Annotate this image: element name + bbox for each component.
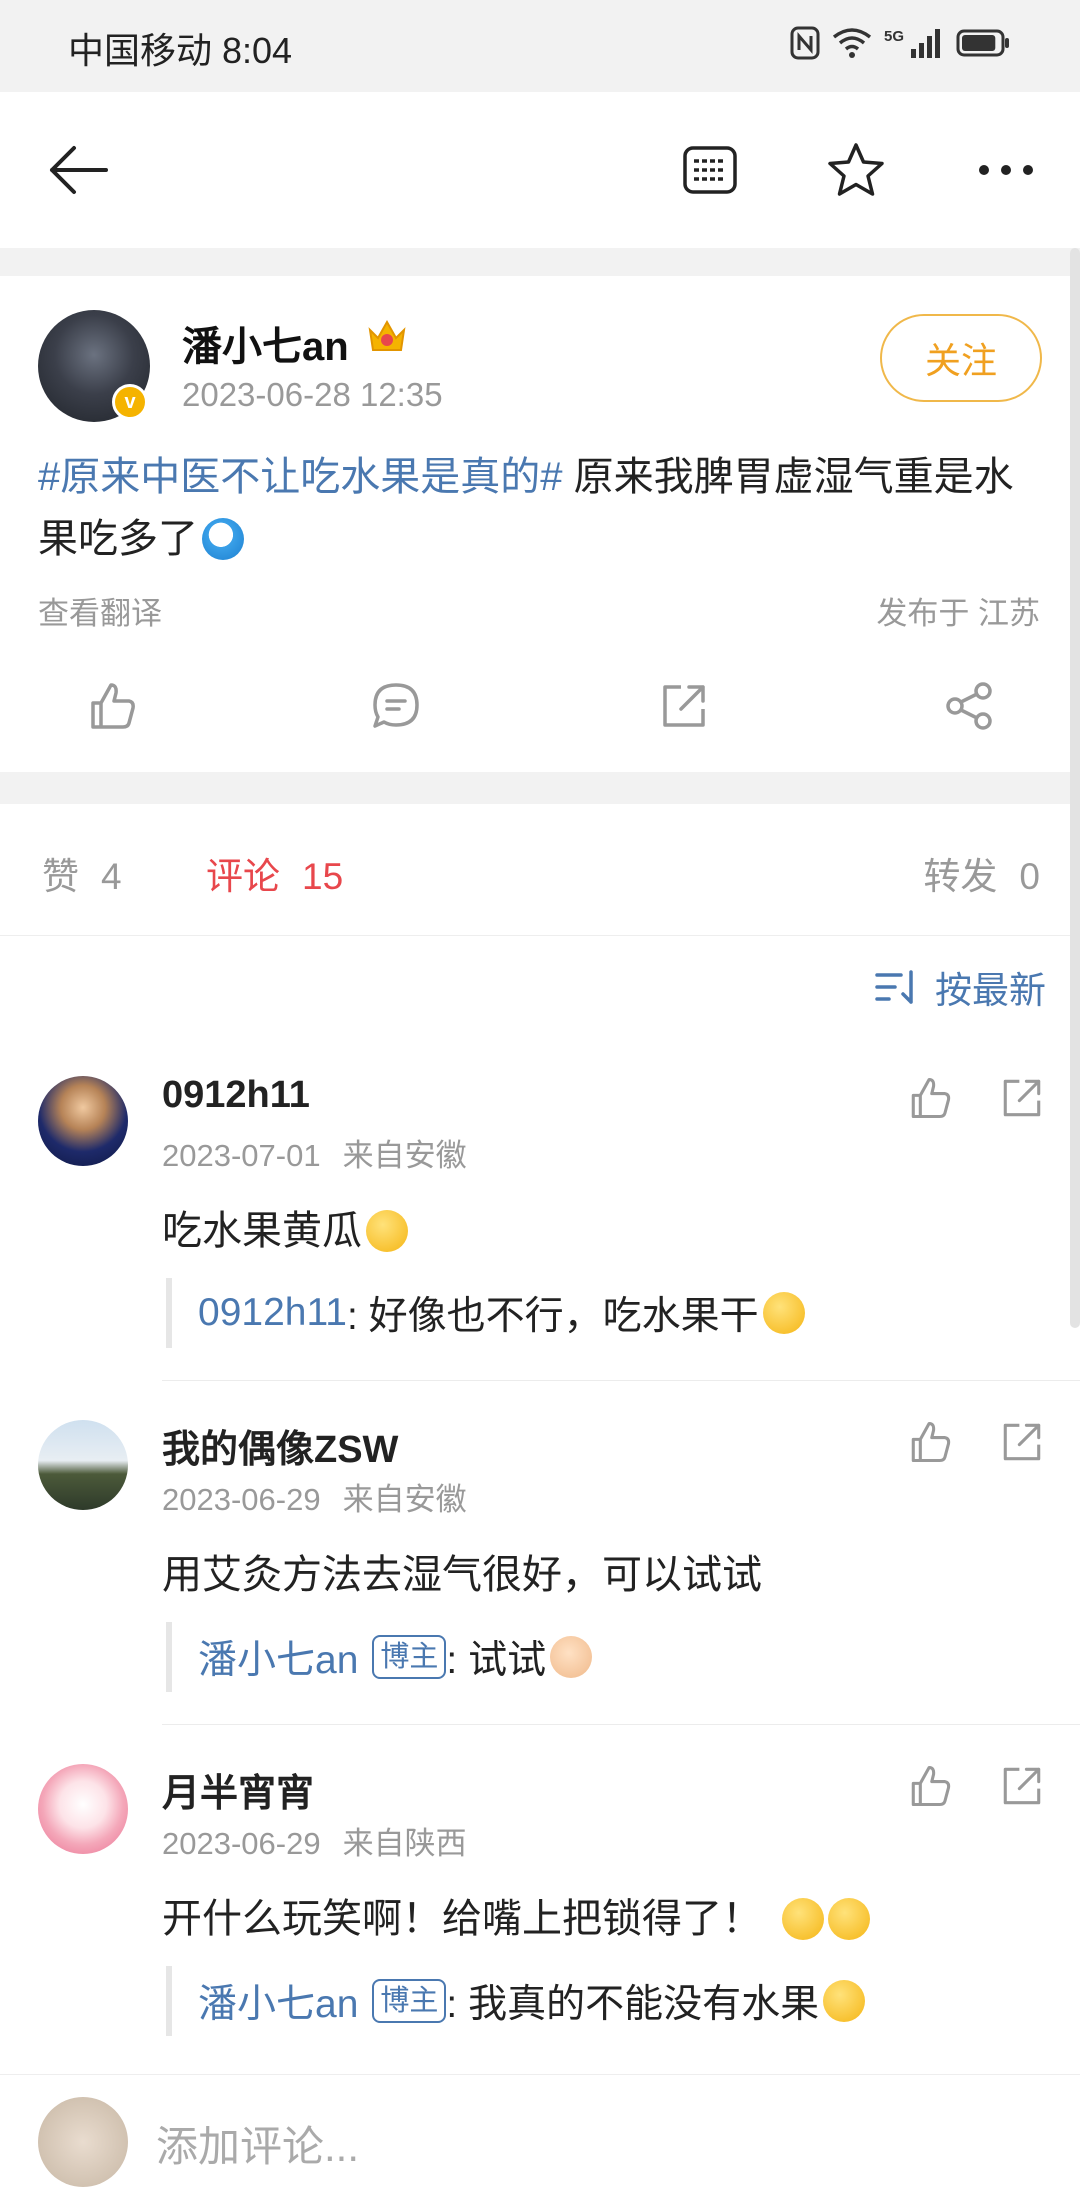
- thumbs-up-icon: [91, 683, 135, 729]
- divider: [162, 1380, 1080, 1381]
- comment-meta: 2023-06-29 来自陕西: [162, 1826, 467, 1861]
- follow-button[interactable]: 关注: [880, 314, 1042, 402]
- share-out-icon: [1003, 1423, 1041, 1461]
- repost-button[interactable]: [652, 674, 716, 738]
- top-toolbar: [0, 92, 1080, 248]
- signal-icon: [911, 29, 940, 58]
- divider: [162, 1724, 1080, 1725]
- section-gap: [0, 772, 1080, 804]
- more-button[interactable]: [966, 134, 1046, 206]
- comment-share-button[interactable]: [1000, 1420, 1044, 1469]
- comment-item: 0912h11 2023-07-01 来自安徽 吃水果黄瓜 0912h11 : 好…: [0, 1060, 1080, 1386]
- reply-author[interactable]: 潘小七an: [198, 1629, 358, 1685]
- post-action-bar: [0, 666, 1080, 746]
- commenter-name[interactable]: 0912h11: [162, 1074, 310, 1117]
- tab-likes[interactable]: 赞4: [42, 846, 122, 900]
- tab-comments[interactable]: 评论 15: [206, 846, 343, 900]
- comment-share-button[interactable]: [1000, 1076, 1044, 1125]
- status-bar: 中国移动 8:04 5G: [0, 0, 1080, 92]
- translate-link[interactable]: 查看翻译: [38, 588, 162, 633]
- comment-input-bar: 添加评论...: [0, 2074, 1080, 2204]
- star-icon: [828, 143, 884, 196]
- sort-label: 按最新: [935, 970, 1046, 1011]
- document-list-icon: [683, 146, 737, 194]
- section-gap: [0, 248, 1080, 276]
- thinking-emoji-icon: [762, 1292, 805, 1334]
- post-time: 2023-06-28 12:35: [182, 376, 443, 413]
- sort-toggle[interactable]: 按最新: [875, 960, 1046, 1014]
- share-out-icon: [663, 685, 705, 727]
- share-button[interactable]: [938, 674, 1002, 738]
- share-out-icon: [1003, 1767, 1041, 1805]
- scrollbar[interactable]: [1070, 248, 1080, 1328]
- back-button[interactable]: [40, 134, 116, 206]
- comment-input[interactable]: 添加评论...: [156, 2113, 359, 2174]
- commenter-avatar[interactable]: [38, 1420, 128, 1510]
- post-text: #原来中医不让吃水果是真的# 原来我脾胃虚湿气重是水果吃多了: [38, 446, 1048, 570]
- comment-meta: 2023-07-01 来自安徽: [162, 1138, 467, 1173]
- comment-text: 开什么玩笑啊！给嘴上把锁得了！: [162, 1886, 870, 1944]
- commenter-avatar[interactable]: [38, 1076, 128, 1166]
- author-name[interactable]: 潘小七an: [182, 314, 349, 372]
- reply-author[interactable]: 潘小七an: [198, 1973, 358, 2029]
- favorite-button[interactable]: [818, 132, 894, 208]
- comment-reply[interactable]: 潘小七an 博主 : 我真的不能没有水果: [166, 1966, 866, 2036]
- thumbs-up-icon: [911, 1421, 951, 1463]
- hugging-emoji-icon: [823, 1980, 866, 2022]
- doraemon-emoji-icon: [202, 518, 244, 560]
- comment-bubble-icon: [373, 683, 419, 728]
- comment-like-button[interactable]: [908, 1420, 952, 1469]
- wifi-icon: [832, 28, 872, 58]
- comment-text: 吃水果黄瓜: [162, 1198, 408, 1256]
- status-icons: 5G: [790, 26, 1010, 60]
- more-icon: [979, 165, 1033, 175]
- author-tag: 博主: [372, 1979, 447, 2023]
- like-button[interactable]: [80, 674, 144, 738]
- reply-author[interactable]: 0912h11: [198, 1291, 347, 1335]
- verified-badge: v: [112, 384, 148, 420]
- commenter-avatar[interactable]: [38, 1764, 128, 1854]
- comment-item: 月半宵宵 2023-06-29 来自陕西 开什么玩笑啊！给嘴上把锁得了！ 潘小七a…: [0, 1748, 1080, 2074]
- comment-like-button[interactable]: [908, 1764, 952, 1813]
- commenter-name[interactable]: 我的偶像ZSW: [162, 1418, 398, 1473]
- comment-share-button[interactable]: [1000, 1764, 1044, 1813]
- document-list-button[interactable]: [672, 134, 748, 206]
- comment-button[interactable]: [364, 674, 428, 738]
- comment-reply[interactable]: 潘小七an 博主 : 试试: [166, 1622, 593, 1692]
- carrier-time: 中国移动 8:04: [68, 30, 293, 71]
- thumbs-up-icon: [911, 1765, 951, 1807]
- crying-emoji-icon: [782, 1898, 824, 1940]
- tab-reposts[interactable]: 转发 0: [923, 846, 1040, 900]
- share-nodes-icon: [946, 682, 992, 730]
- comment-meta: 2023-06-29 来自安徽: [162, 1482, 467, 1517]
- network-label: 5G: [883, 27, 904, 45]
- comment-item: 我的偶像ZSW 2023-06-29 来自安徽 用艾灸方法去湿气很好，可以试试 潘…: [0, 1404, 1080, 1730]
- author-tag: 博主: [372, 1635, 447, 1679]
- thumbs-up-icon: [911, 1077, 951, 1119]
- comment-reply[interactable]: 0912h11 : 好像也不行，吃水果干: [166, 1278, 805, 1348]
- topic-link[interactable]: #原来中医不让吃水果是真的#: [38, 455, 563, 499]
- comment-like-button[interactable]: [908, 1076, 952, 1125]
- nfc-icon: [790, 26, 820, 60]
- sort-icon: [875, 970, 913, 1004]
- comment-text: 用艾灸方法去湿气很好，可以试试: [162, 1553, 762, 1597]
- post-card: v 潘小七an 2023-06-28 12:35 关注 #原来中医不让吃水果是真…: [0, 276, 1080, 772]
- thinking-emoji-icon: [366, 1210, 408, 1252]
- crown-badge-icon: [368, 319, 406, 351]
- crying-emoji-icon: [828, 1898, 870, 1940]
- battery-icon: [956, 29, 1009, 57]
- ok-hand-emoji-icon: [550, 1636, 593, 1678]
- share-out-icon: [1003, 1079, 1041, 1117]
- post-location: 发布于 江苏: [876, 596, 1040, 631]
- arrow-left-icon: [50, 146, 108, 194]
- my-avatar[interactable]: [38, 2097, 128, 2187]
- commenter-name[interactable]: 月半宵宵: [162, 1762, 314, 1817]
- interaction-tabs: 赞4 评论 15 转发 0: [0, 804, 1080, 936]
